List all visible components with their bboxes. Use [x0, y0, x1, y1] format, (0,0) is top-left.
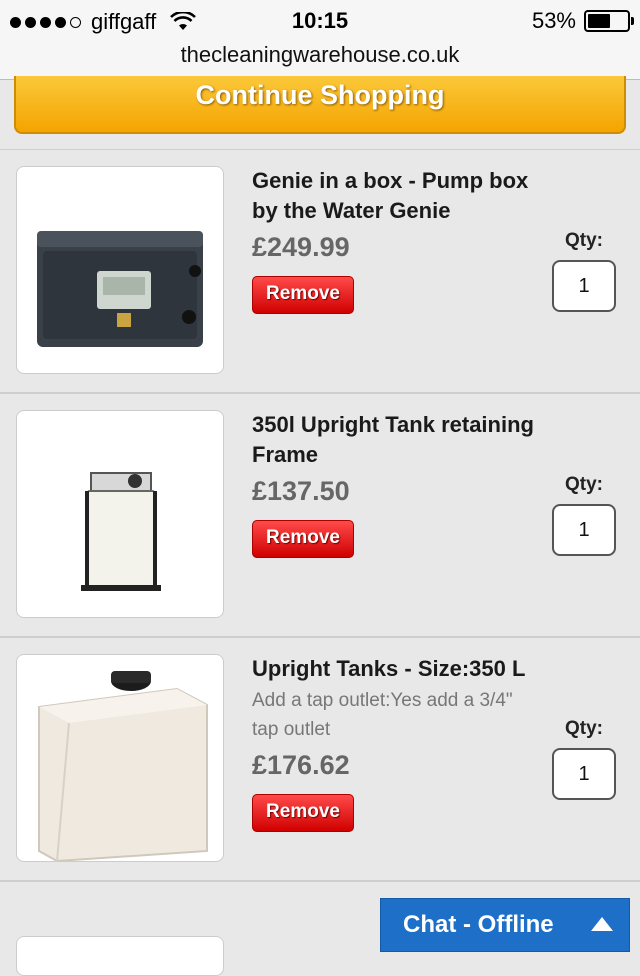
- continue-shopping-button[interactable]: Continue Shopping: [14, 76, 626, 134]
- cart-item: 350l Upright Tank retaining Frame £137.5…: [0, 394, 640, 638]
- item-info: Upright Tanks - Size:350 L Add a tap out…: [252, 654, 542, 832]
- chevron-up-icon: [591, 917, 613, 931]
- product-price: £249.99: [252, 232, 350, 262]
- chat-widget-button[interactable]: Chat - Offline: [380, 898, 630, 952]
- remove-button[interactable]: Remove: [252, 520, 354, 558]
- battery-percent: 53%: [531, 8, 576, 33]
- product-name[interactable]: Upright Tanks - Size:350 L: [252, 654, 542, 684]
- item-info: Genie in a box - Pump box by the Water G…: [252, 166, 542, 314]
- address-bar[interactable]: thecleaningwarehouse.co.uk: [0, 40, 640, 80]
- product-image-pump-box[interactable]: [16, 166, 224, 374]
- product-name[interactable]: 350l Upright Tank retaining Frame: [252, 410, 542, 470]
- continue-section: Continue Shopping: [0, 76, 640, 150]
- battery-icon: [584, 10, 634, 32]
- product-image-upright-tank[interactable]: [16, 654, 224, 862]
- qty-input[interactable]: 1: [552, 260, 616, 312]
- chat-label: Chat - Offline: [403, 911, 554, 938]
- next-item-card: [16, 936, 224, 976]
- qty-label: Qty:: [565, 718, 603, 739]
- qty-label: Qty:: [565, 230, 603, 251]
- qty-input[interactable]: 1: [552, 504, 616, 556]
- remove-button[interactable]: Remove: [252, 276, 354, 314]
- cart-item: Genie in a box - Pump box by the Water G…: [0, 150, 640, 394]
- status-bar: giffgaff 10:15 53%: [0, 0, 640, 40]
- battery: 53%: [531, 8, 634, 34]
- product-price: £176.62: [252, 750, 350, 780]
- qty-input[interactable]: 1: [552, 748, 616, 800]
- remove-button[interactable]: Remove: [252, 794, 354, 832]
- url-text: thecleaningwarehouse.co.uk: [180, 42, 460, 67]
- cart-item: Upright Tanks - Size:350 L Add a tap out…: [0, 638, 640, 882]
- product-name[interactable]: Genie in a box - Pump box by the Water G…: [252, 166, 542, 226]
- item-info: 350l Upright Tank retaining Frame £137.5…: [252, 410, 542, 558]
- product-option: Add a tap outlet:Yes add a 3/4" tap outl…: [252, 690, 513, 740]
- qty-label: Qty:: [565, 474, 603, 495]
- product-price: £137.50: [252, 476, 350, 506]
- product-image-tank-frame[interactable]: [16, 410, 224, 618]
